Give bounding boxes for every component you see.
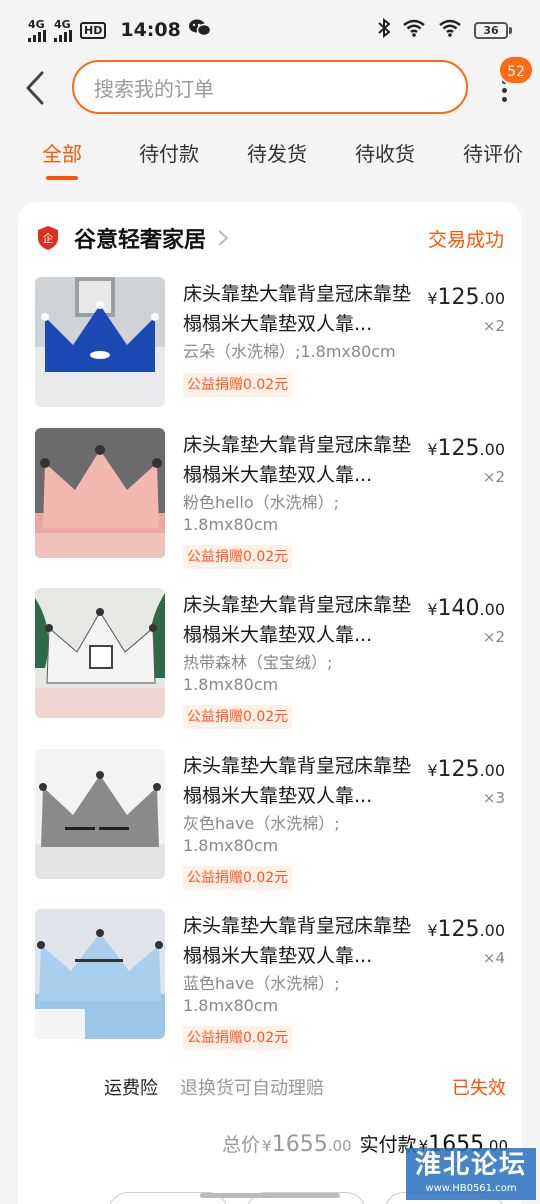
product-price: ¥125.00 xyxy=(427,917,505,942)
order-item[interactable]: 床头靠垫大靠背皇冠床靠垫榻榻米大靠垫双人靠... 蓝色have（水洗棉）; 1.… xyxy=(35,909,505,1050)
shop-name[interactable]: 谷意轻奢家居 xyxy=(74,222,206,254)
chevron-left-icon xyxy=(26,71,44,105)
product-price: ¥125.00 xyxy=(427,285,505,310)
product-image[interactable] xyxy=(35,277,165,407)
tab-pending-review[interactable]: 待评价 xyxy=(463,138,523,167)
freight-insurance-status: 已失效 xyxy=(452,1078,506,1099)
order-tabs: 全部 待付款 待发货 待收货 待评价 xyxy=(0,138,540,184)
wifi-icon xyxy=(402,19,426,42)
tab-pending-payment[interactable]: 待付款 xyxy=(139,138,199,167)
battery-icon: 36 xyxy=(474,21,512,39)
product-image[interactable] xyxy=(35,588,165,718)
product-quantity: ×2 xyxy=(482,468,505,486)
home-indicator[interactable] xyxy=(200,1193,340,1198)
signal-indicator-2: 4G xyxy=(54,19,72,42)
shop-header[interactable]: 企 谷意轻奢家居 交易成功 xyxy=(36,220,504,256)
charity-tag: 公益捐赠0.02元 xyxy=(183,705,293,729)
product-title[interactable]: 床头靠垫大靠背皇冠床靠垫榻榻米大靠垫双人靠... xyxy=(183,279,411,339)
product-image[interactable] xyxy=(35,428,165,558)
message-count-badge[interactable]: 52 xyxy=(498,55,534,85)
product-price: ¥125.00 xyxy=(427,436,505,461)
status-bar: 4G 4G HD 14:08 36 xyxy=(0,0,540,60)
forum-watermark: 淮北论坛 www.HB0561.com xyxy=(406,1148,536,1200)
watermark-title: 淮北论坛 xyxy=(414,1150,527,1180)
freight-insurance-desc: 退换货可自动理赔 xyxy=(180,1078,324,1099)
search-input[interactable]: 搜索我的订单 xyxy=(72,60,468,114)
order-status: 交易成功 xyxy=(427,228,504,251)
order-item[interactable]: 床头靠垫大靠背皇冠床靠垫榻榻米大靠垫双人靠... 云朵（水洗棉）;1.8mx80… xyxy=(35,277,505,407)
freight-insurance-label: 运费险 xyxy=(104,1078,158,1099)
product-image[interactable] xyxy=(35,749,165,879)
order-item[interactable]: 床头靠垫大靠背皇冠床靠垫榻榻米大靠垫双人靠... 粉色hello（水洗棉）; 1… xyxy=(35,428,505,569)
wechat-icon xyxy=(188,19,212,42)
product-image[interactable] xyxy=(35,909,165,1039)
product-quantity: ×3 xyxy=(482,789,505,807)
charity-tag: 公益捐赠0.02元 xyxy=(183,545,293,569)
bluetooth-icon xyxy=(378,17,391,43)
back-button[interactable] xyxy=(20,68,50,108)
product-title[interactable]: 床头靠垫大靠背皇冠床靠垫榻榻米大靠垫双人靠... xyxy=(183,590,411,650)
product-title[interactable]: 床头靠垫大靠背皇冠床靠垫榻榻米大靠垫双人靠... xyxy=(183,430,411,490)
total-price-label: 总价 xyxy=(222,1134,261,1156)
watermark-url: www.HB0561.com xyxy=(425,1183,517,1194)
svg-text:企: 企 xyxy=(43,231,54,245)
product-quantity: ×2 xyxy=(482,628,505,646)
product-title[interactable]: 床头靠垫大靠背皇冠床靠垫榻榻米大靠垫双人靠... xyxy=(183,751,411,811)
order-card[interactable]: 企 谷意轻奢家居 交易成功 床头靠垫大靠背皇冠床靠垫榻榻米大靠垫双人靠... 云… xyxy=(18,202,522,1204)
product-spec: 灰色have（水洗棉）; 1.8mx80cm xyxy=(183,814,340,855)
header: 搜索我的订单 52 xyxy=(0,55,540,116)
product-title[interactable]: 床头靠垫大靠背皇冠床靠垫榻榻米大靠垫双人靠... xyxy=(183,911,411,971)
active-tab-indicator xyxy=(46,176,78,180)
wifi-icon-2 xyxy=(438,19,462,42)
search-placeholder: 搜索我的订单 xyxy=(94,76,214,101)
product-quantity: ×4 xyxy=(482,949,505,967)
chevron-right-icon xyxy=(216,228,230,248)
product-spec: 热带森林（宝宝绒）; 1.8mx80cm xyxy=(183,653,333,694)
freight-insurance-row[interactable]: 运费险 退换货可自动理赔 已失效 xyxy=(18,1074,522,1104)
tab-pending-shipment[interactable]: 待发货 xyxy=(247,138,307,167)
product-spec: 粉色hello（水洗棉）; 1.8mx80cm xyxy=(183,493,340,534)
product-price: ¥125.00 xyxy=(427,757,505,782)
order-item[interactable]: 床头靠垫大靠背皇冠床靠垫榻榻米大靠垫双人靠... 热带森林（宝宝绒）; 1.8m… xyxy=(35,588,505,729)
product-spec: 云朵（水洗棉）;1.8mx80cm xyxy=(183,342,396,361)
tab-all[interactable]: 全部 xyxy=(42,138,82,167)
product-quantity: ×2 xyxy=(482,317,505,335)
charity-tag: 公益捐赠0.02元 xyxy=(183,1026,293,1050)
enterprise-shop-icon: 企 xyxy=(36,225,60,251)
total-price-value: ¥1655.00 xyxy=(262,1132,352,1157)
charity-tag: 公益捐赠0.02元 xyxy=(183,373,293,397)
tab-pending-receipt[interactable]: 待收货 xyxy=(355,138,415,167)
product-spec: 蓝色have（水洗棉）; 1.8mx80cm xyxy=(183,974,340,1015)
signal-indicator-1: 4G xyxy=(28,19,46,42)
product-price: ¥140.00 xyxy=(427,596,505,621)
hd-voice-icon: HD xyxy=(80,21,107,39)
order-item[interactable]: 床头靠垫大靠背皇冠床靠垫榻榻米大靠垫双人靠... 灰色have（水洗棉）; 1.… xyxy=(35,749,505,890)
clock: 14:08 xyxy=(120,19,181,41)
charity-tag: 公益捐赠0.02元 xyxy=(183,866,293,890)
